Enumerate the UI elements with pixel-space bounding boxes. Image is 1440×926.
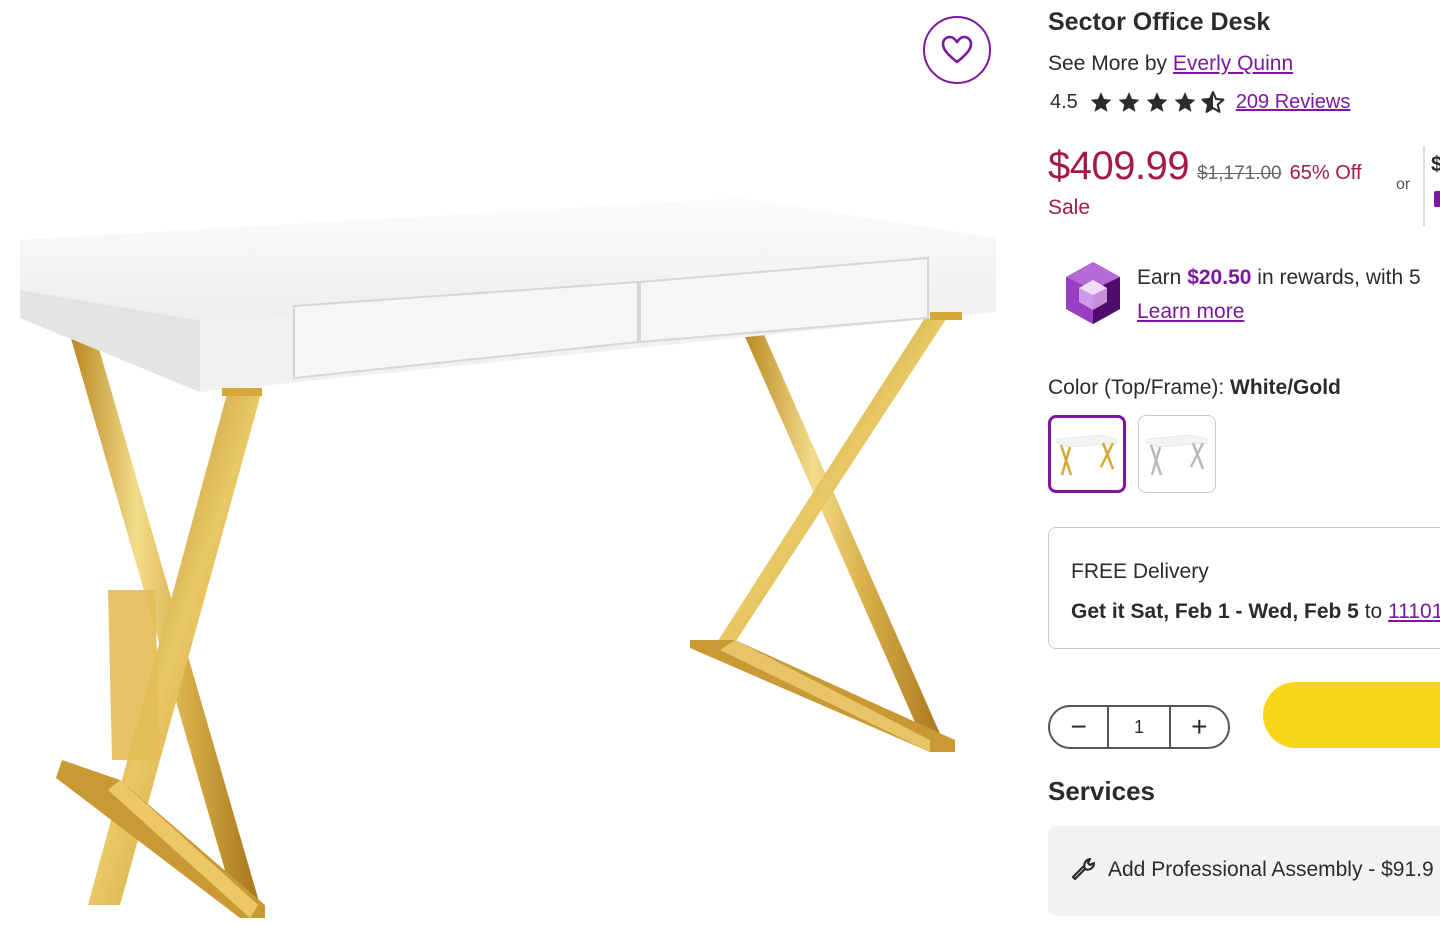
see-more-by: See More by Everly Quinn (1048, 52, 1293, 76)
delivery-estimate: Get it Sat, Feb 1 - Wed, Feb 5 to 11101 (1071, 600, 1440, 624)
brand-link[interactable]: Everly Quinn (1173, 52, 1293, 75)
reviews-link[interactable]: 209 Reviews (1236, 91, 1351, 114)
swatch-white-gold[interactable] (1048, 415, 1126, 493)
assembly-service-option[interactable]: Add Professional Assembly - $91.9 (1048, 826, 1440, 916)
half-star-icon (1201, 91, 1225, 113)
rating-value: 4.5 (1050, 91, 1078, 113)
price-row: $409.99 $1,171.00 65% Off (1048, 144, 1362, 189)
swatch-thumbnail (1146, 434, 1208, 476)
financing-price-truncated: $ (1431, 153, 1440, 176)
delivery-box: FREE Delivery Get it Sat, Feb 1 - Wed, F… (1048, 527, 1440, 649)
delivery-to-label: to (1364, 600, 1383, 623)
quantity-input[interactable]: 1 (1107, 707, 1171, 747)
rewards-banner: Earn $20.50 in rewards, with 5 Learn mor… (1062, 260, 1440, 330)
rewards-earn-label: Earn (1137, 266, 1182, 289)
product-image-gallery[interactable] (0, 0, 1010, 926)
add-to-cart-button[interactable] (1263, 682, 1440, 748)
rewards-suffix: in rewards, with 5 (1257, 266, 1421, 289)
assembly-label: Add Professional Assembly - $91.9 (1108, 858, 1434, 881)
wrench-icon (1071, 857, 1096, 881)
learn-more-link[interactable]: Learn more (1137, 300, 1244, 324)
decrease-quantity-button[interactable]: − (1050, 707, 1107, 747)
sale-label: Sale (1048, 196, 1091, 219)
favorite-button[interactable] (923, 16, 991, 84)
zip-code-link[interactable]: 11101 (1388, 600, 1440, 623)
heart-icon (941, 35, 973, 64)
product-title: Sector Office Desk (1048, 8, 1271, 36)
rating-row: 4.5 209 Reviews (1050, 90, 1350, 115)
swatch-thumbnail (1056, 434, 1118, 476)
star-rating (1088, 90, 1226, 115)
discount-badge: 65% Off (1289, 162, 1362, 184)
increase-quantity-button[interactable]: + (1171, 707, 1228, 747)
see-more-label: See More by (1048, 52, 1168, 75)
star-icon (1118, 92, 1140, 112)
rewards-gem-icon (1066, 262, 1120, 324)
sale-price: $409.99 (1048, 144, 1190, 188)
original-price: $1,171.00 (1197, 163, 1282, 184)
star-icon (1090, 92, 1112, 112)
swatch-white-silver[interactable] (1138, 415, 1216, 493)
color-value: White/Gold (1230, 376, 1341, 399)
color-label: Color (Top/Frame): (1048, 376, 1225, 399)
delivery-title: FREE Delivery (1071, 560, 1209, 583)
star-icon (1146, 92, 1168, 112)
financing-badge (1434, 191, 1440, 207)
rewards-amount: $20.50 (1187, 266, 1252, 289)
delivery-get-it-label: Get it (1071, 600, 1125, 623)
star-icon (1174, 92, 1196, 112)
rewards-text: Earn $20.50 in rewards, with 5 (1137, 266, 1421, 290)
delivery-dates: Sat, Feb 1 - Wed, Feb 5 (1130, 600, 1359, 623)
quantity-stepper: − 1 + (1048, 705, 1230, 749)
or-label: or (1396, 176, 1411, 193)
services-heading: Services (1048, 776, 1155, 806)
product-details-panel: Sector Office Desk See More by Everly Qu… (1048, 0, 1440, 926)
color-option-label: Color (Top/Frame): White/Gold (1048, 376, 1341, 400)
product-image (20, 198, 996, 918)
financing-divider (1423, 146, 1425, 226)
